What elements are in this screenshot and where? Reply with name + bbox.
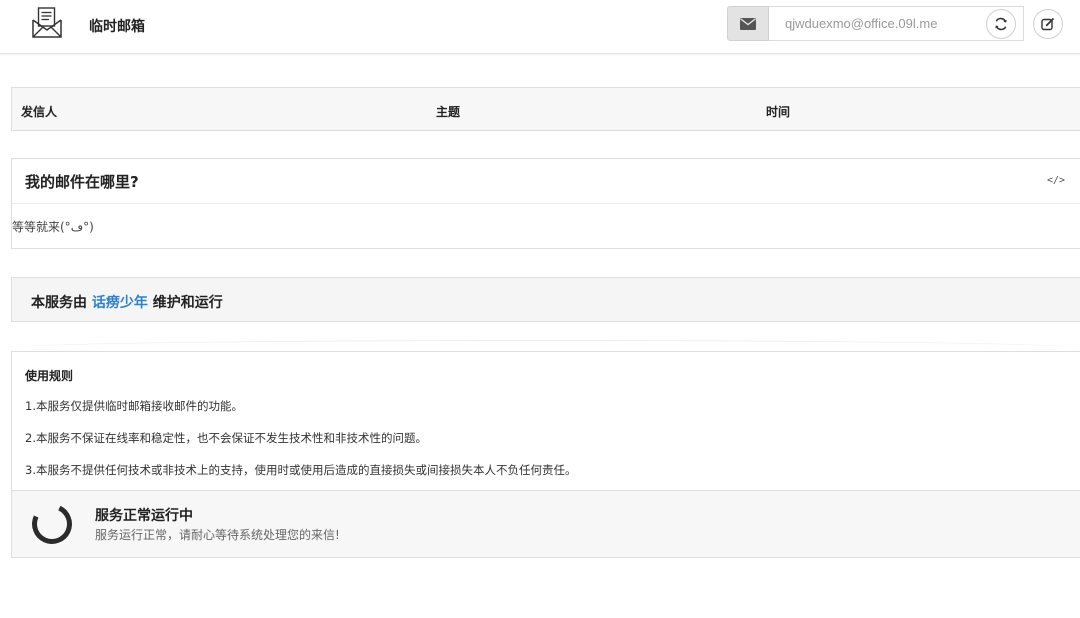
status-description: 服务运行正常，请耐心等待系统处理您的来信! xyxy=(95,528,340,542)
top-navbar: 临时邮箱 xyxy=(0,0,1080,54)
column-header-subject: 主题 xyxy=(436,105,461,119)
edit-icon xyxy=(1041,17,1055,31)
rule-item: 2.本服务不保证在线率和稳定性，也不会保证不发生技术性和非技术性的问题。 xyxy=(25,431,427,445)
column-header-time: 时间 xyxy=(766,105,791,119)
app-title: 临时邮箱 xyxy=(89,19,145,35)
code-icon[interactable]: </> xyxy=(1047,175,1065,186)
edit-button[interactable] xyxy=(1033,9,1063,39)
service-prefix: 本服务由 xyxy=(31,295,92,311)
panel-title: 我的邮件在哪里? xyxy=(25,173,139,191)
divider xyxy=(12,203,1080,204)
status-title: 服务正常运行中 xyxy=(95,508,193,524)
where-mail-panel: 我的邮件在哪里? </> 等等就来(°ڡ°) xyxy=(11,158,1080,249)
panel-body-text: 等等就来(°ڡ°) xyxy=(12,220,94,234)
service-status-panel: 服务正常运行中 服务运行正常，请耐心等待系统处理您的来信! xyxy=(11,490,1080,558)
mail-envelope-icon xyxy=(30,6,64,40)
maintainer-link[interactable]: 话痨少年 xyxy=(92,295,148,311)
mail-table-header: 发信人 主题 时间 xyxy=(11,87,1080,131)
refresh-icon xyxy=(995,17,1007,31)
rules-title: 使用规则 xyxy=(25,369,74,383)
divider xyxy=(11,340,1080,350)
service-suffix: 维护和运行 xyxy=(147,295,223,311)
refresh-button[interactable] xyxy=(986,9,1016,39)
service-text: 本服务由 话痨少年 维护和运行 xyxy=(31,292,223,312)
rule-item: 1.本服务仅提供临时邮箱接收邮件的功能。 xyxy=(25,399,243,413)
loading-spinner-icon xyxy=(26,498,78,550)
usage-rules-panel: 使用规则 1.本服务仅提供临时邮箱接收邮件的功能。 2.本服务不保证在线率和稳定… xyxy=(11,351,1080,491)
column-header-sender: 发信人 xyxy=(21,105,58,119)
envelope-icon xyxy=(727,6,769,41)
service-info-panel: 本服务由 话痨少年 维护和运行 xyxy=(11,277,1080,322)
rule-item: 3.本服务不提供任何技术或非技术上的支持，使用时或使用后造成的直接损失或间接损失… xyxy=(25,463,577,477)
